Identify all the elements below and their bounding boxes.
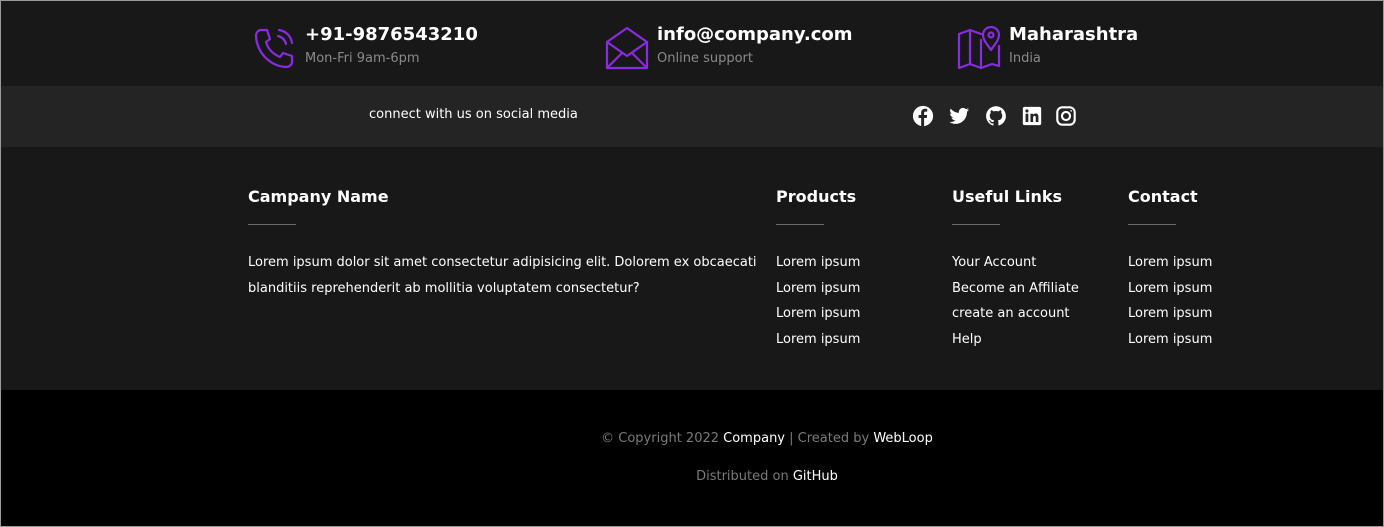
contact-title: Contact (1128, 187, 1198, 206)
contact-link[interactable]: Lorem ipsum (1128, 250, 1212, 276)
about-text: Lorem ipsum dolor sit amet consectetur a… (248, 255, 757, 296)
distributed-line: Distributed on GitHub (1, 469, 1383, 484)
about-divider (248, 224, 296, 225)
location-country: India (1009, 51, 1041, 66)
github-link[interactable]: GitHub (793, 469, 838, 484)
webloop-link[interactable]: WebLoop (873, 431, 933, 446)
contact-list: Lorem ipsum Lorem ipsum Lorem ipsum Lore… (1128, 250, 1212, 353)
email-support-label: Online support (657, 51, 753, 66)
footer: +91-9876543210 Mon-Fri 9am-6pm info@comp… (0, 0, 1384, 527)
copyright-band: © Copyright 2022 Company | Created by We… (1, 390, 1383, 526)
facebook-icon[interactable] (912, 105, 934, 127)
location-state: Maharashtra (1009, 24, 1139, 45)
products-link[interactable]: Lorem ipsum (776, 250, 860, 276)
affiliate-link[interactable]: Become an Affiliate (952, 276, 1079, 302)
products-title: Products (776, 187, 857, 206)
about-title: Campany Name (248, 187, 389, 206)
contact-band: +91-9876543210 Mon-Fri 9am-6pm info@comp… (1, 1, 1383, 86)
useful-links-title: Useful Links (952, 187, 1063, 206)
products-link[interactable]: Lorem ipsum (776, 276, 860, 302)
phone-hours: Mon-Fri 9am-6pm (305, 51, 420, 66)
phone-icon (254, 28, 294, 69)
your-account-link[interactable]: Your Account (952, 250, 1079, 276)
copyright-prefix: © Copyright 2022 (601, 431, 724, 446)
footer-main: Campany Name Lorem ipsum dolor sit amet … (1, 147, 1383, 390)
social-band: connect with us on social media (1, 86, 1383, 147)
help-link[interactable]: Help (952, 327, 1079, 353)
contact-divider (1128, 224, 1176, 225)
map-pin-icon (957, 26, 1001, 70)
twitter-icon[interactable] (948, 105, 970, 127)
products-link[interactable]: Lorem ipsum (776, 327, 860, 353)
github-icon[interactable] (985, 105, 1007, 127)
contact-link[interactable]: Lorem ipsum (1128, 327, 1212, 353)
phone-number[interactable]: +91-9876543210 (305, 24, 478, 45)
created-by-text: | Created by (785, 431, 874, 446)
contact-link[interactable]: Lorem ipsum (1128, 276, 1212, 302)
social-caption: connect with us on social media (369, 107, 578, 122)
useful-links-divider (952, 224, 1000, 225)
copyright-line: © Copyright 2022 Company | Created by We… (1, 431, 1383, 446)
distributed-prefix: Distributed on (696, 469, 793, 484)
linkedin-icon[interactable] (1021, 105, 1043, 127)
instagram-icon[interactable] (1055, 105, 1077, 127)
products-link[interactable]: Lorem ipsum (776, 301, 860, 327)
company-link[interactable]: Company (723, 431, 785, 446)
email-address[interactable]: info@company.com (657, 24, 853, 45)
products-list: Lorem ipsum Lorem ipsum Lorem ipsum Lore… (776, 250, 860, 353)
envelope-icon (605, 26, 649, 70)
products-divider (776, 224, 824, 225)
create-account-link[interactable]: create an account (952, 301, 1079, 327)
contact-link[interactable]: Lorem ipsum (1128, 301, 1212, 327)
useful-links-list: Your Account Become an Affiliate create … (952, 250, 1079, 353)
